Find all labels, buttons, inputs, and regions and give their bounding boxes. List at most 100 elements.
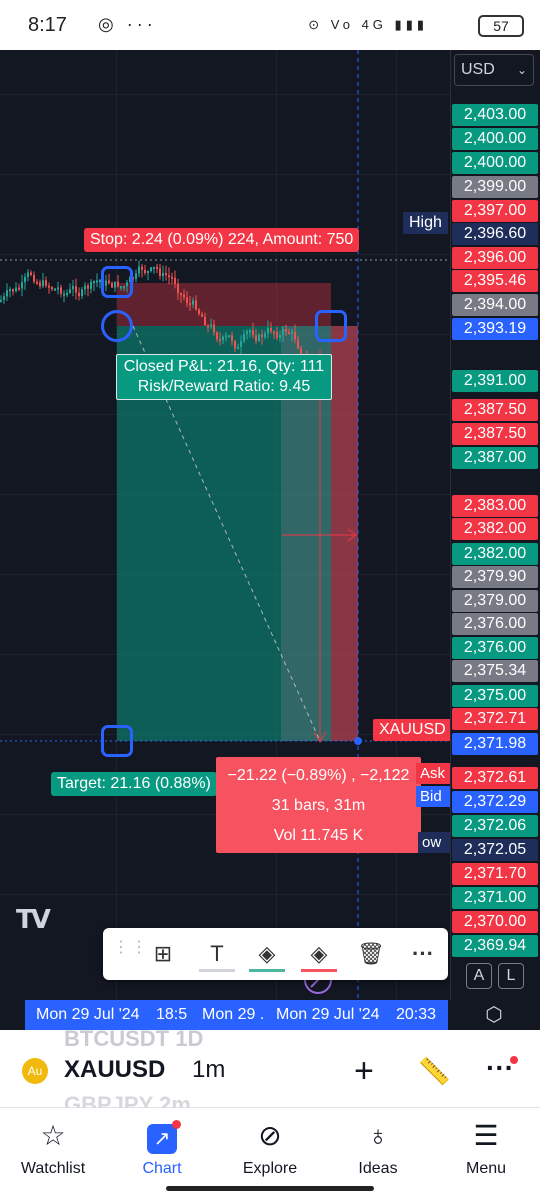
add-icon[interactable]: + <box>354 1052 374 1091</box>
candle <box>39 282 41 287</box>
nav-menu[interactable]: ☰ Menu <box>436 1116 536 1178</box>
candle <box>210 324 212 327</box>
nav-label: Watchlist <box>20 1160 86 1177</box>
target-label: Target: 21.16 (0.88%) <box>51 772 217 796</box>
log-scale-button[interactable]: L <box>498 963 524 989</box>
compass-icon: ⊘ <box>258 1120 282 1151</box>
nav-chart[interactable]: ↗ Chart <box>112 1116 212 1178</box>
price-axis-label: 2,399.00 <box>452 176 538 198</box>
price-axis-label: 2,379.00 <box>452 590 538 612</box>
chevron-down-icon: ⌄ <box>516 63 527 77</box>
pnl-info-box: Closed P&L: 21.16, Qty: 111 Risk/Reward … <box>116 354 332 400</box>
delete-icon[interactable]: 🗑 <box>353 936 389 972</box>
text-tool-icon[interactable]: T <box>199 936 235 972</box>
candle <box>189 303 191 306</box>
candle <box>234 340 236 349</box>
fill-color-icon[interactable]: ◈ <box>249 936 285 972</box>
candle <box>270 327 272 332</box>
candle <box>198 309 200 315</box>
candle <box>156 266 158 269</box>
home-indicator <box>166 1186 374 1191</box>
candle <box>204 316 206 326</box>
candle <box>48 285 50 288</box>
symbol-bar: BTCUSDT 1D Au XAUUSD 1m + 📏 ··· GBPJPY 2… <box>0 1026 540 1108</box>
more-icon[interactable]: ··· <box>486 1052 518 1084</box>
candle <box>195 300 197 310</box>
nav-label: Explore <box>242 1160 298 1177</box>
more-options-icon[interactable]: ··· <box>405 936 441 972</box>
candle <box>216 332 218 340</box>
candle <box>231 335 233 341</box>
entry-drag-handle[interactable] <box>101 310 133 342</box>
currency-select[interactable]: USD ⌄ <box>454 54 534 86</box>
price-axis-label: 2,372.71 <box>452 708 538 730</box>
bottom-nav: ☆ Watchlist ↗ Chart ⊘ Explore ♁ Ideas ☰ … <box>0 1108 540 1200</box>
candle <box>138 266 140 274</box>
candle <box>72 286 74 290</box>
time-label: Mon 29 . <box>202 1006 265 1023</box>
star-icon: ☆ <box>40 1120 66 1151</box>
border-color-icon[interactable]: ◈ <box>301 936 337 972</box>
templates-icon[interactable]: ⊞ <box>145 936 181 972</box>
width-drag-handle[interactable] <box>315 310 347 342</box>
candle <box>186 297 188 304</box>
menu-icon: ☰ <box>473 1120 499 1151</box>
candle <box>144 269 146 273</box>
price-axis-label: 2,372.05 <box>452 839 538 861</box>
clock: 8:17 <box>28 14 67 36</box>
price-axis-label: 2,370.00 <box>452 911 538 933</box>
candle <box>282 329 284 335</box>
candle <box>183 294 185 298</box>
status-bar: 8:17 ◎ ··· ⊙ Vo 4G ▮▮▮ 57 <box>0 0 540 50</box>
candle <box>276 331 278 338</box>
candle <box>213 324 215 333</box>
chart-settings-icon[interactable]: ⬡ <box>482 1003 506 1027</box>
price-axis-label: 2,372.61 <box>452 767 538 789</box>
candle <box>24 276 26 283</box>
price-axis-label: 2,382.00 <box>452 543 538 565</box>
ask-label: Ask <box>416 763 450 784</box>
nav-label: Chart <box>142 1160 182 1177</box>
candle <box>264 333 266 338</box>
drag-grip-icon[interactable]: ⋮⋮ <box>113 940 147 964</box>
nav-ideas[interactable]: ♁ Ideas <box>328 1116 428 1178</box>
candle <box>30 272 32 275</box>
interval-selector[interactable]: 1m <box>192 1056 225 1084</box>
price-axis-label: 2,393.19 <box>452 318 538 340</box>
candle <box>222 336 224 341</box>
nav-explore[interactable]: ⊘ Explore <box>220 1116 320 1178</box>
chart-canvas[interactable]: Stop: 2.24 (0.09%) 224, Amount: 750 Clos… <box>0 50 450 1000</box>
candle <box>288 331 290 334</box>
candle <box>258 334 260 341</box>
nav-label: Ideas <box>358 1160 398 1177</box>
time-axis-gap <box>0 1000 25 1030</box>
candle <box>57 287 59 290</box>
nav-watchlist[interactable]: ☆ Watchlist <box>3 1116 103 1178</box>
price-axis-label: 2,376.00 <box>452 613 538 635</box>
price-axis-label: 2,375.34 <box>452 660 538 682</box>
tradingview-logo: TV <box>16 905 51 935</box>
bid-label: Bid <box>416 786 450 807</box>
time-label: 20:33 <box>396 1006 437 1023</box>
candle <box>171 276 173 279</box>
candle <box>90 281 92 289</box>
candle <box>219 339 221 342</box>
candle <box>54 288 56 291</box>
price-axis-label: 2,397.00 <box>452 200 538 222</box>
measure-bars: 31 bars, 31m <box>271 797 366 814</box>
gold-icon: Au <box>22 1058 48 1084</box>
stop-label: Stop: 2.24 (0.09%) 224, Amount: 750 <box>84 228 360 252</box>
target-drag-handle[interactable] <box>101 725 133 757</box>
measure-tooltip: −21.22 (−0.89%) , −2,122 31 bars, 31m Vo… <box>216 757 421 853</box>
candle <box>96 280 98 283</box>
symbol-name[interactable]: XAUUSD <box>64 1056 165 1084</box>
stop-drag-handle[interactable] <box>101 266 133 298</box>
price-axis-label: 2,403.00 <box>452 104 538 126</box>
high-label: High <box>403 212 448 234</box>
candle <box>279 334 281 338</box>
candle <box>42 280 44 287</box>
auto-scale-button[interactable]: A <box>466 963 492 989</box>
candle <box>294 331 296 340</box>
ruler-icon[interactable]: 📏 <box>418 1056 452 1090</box>
price-axis-label: 2,375.00 <box>452 685 538 707</box>
